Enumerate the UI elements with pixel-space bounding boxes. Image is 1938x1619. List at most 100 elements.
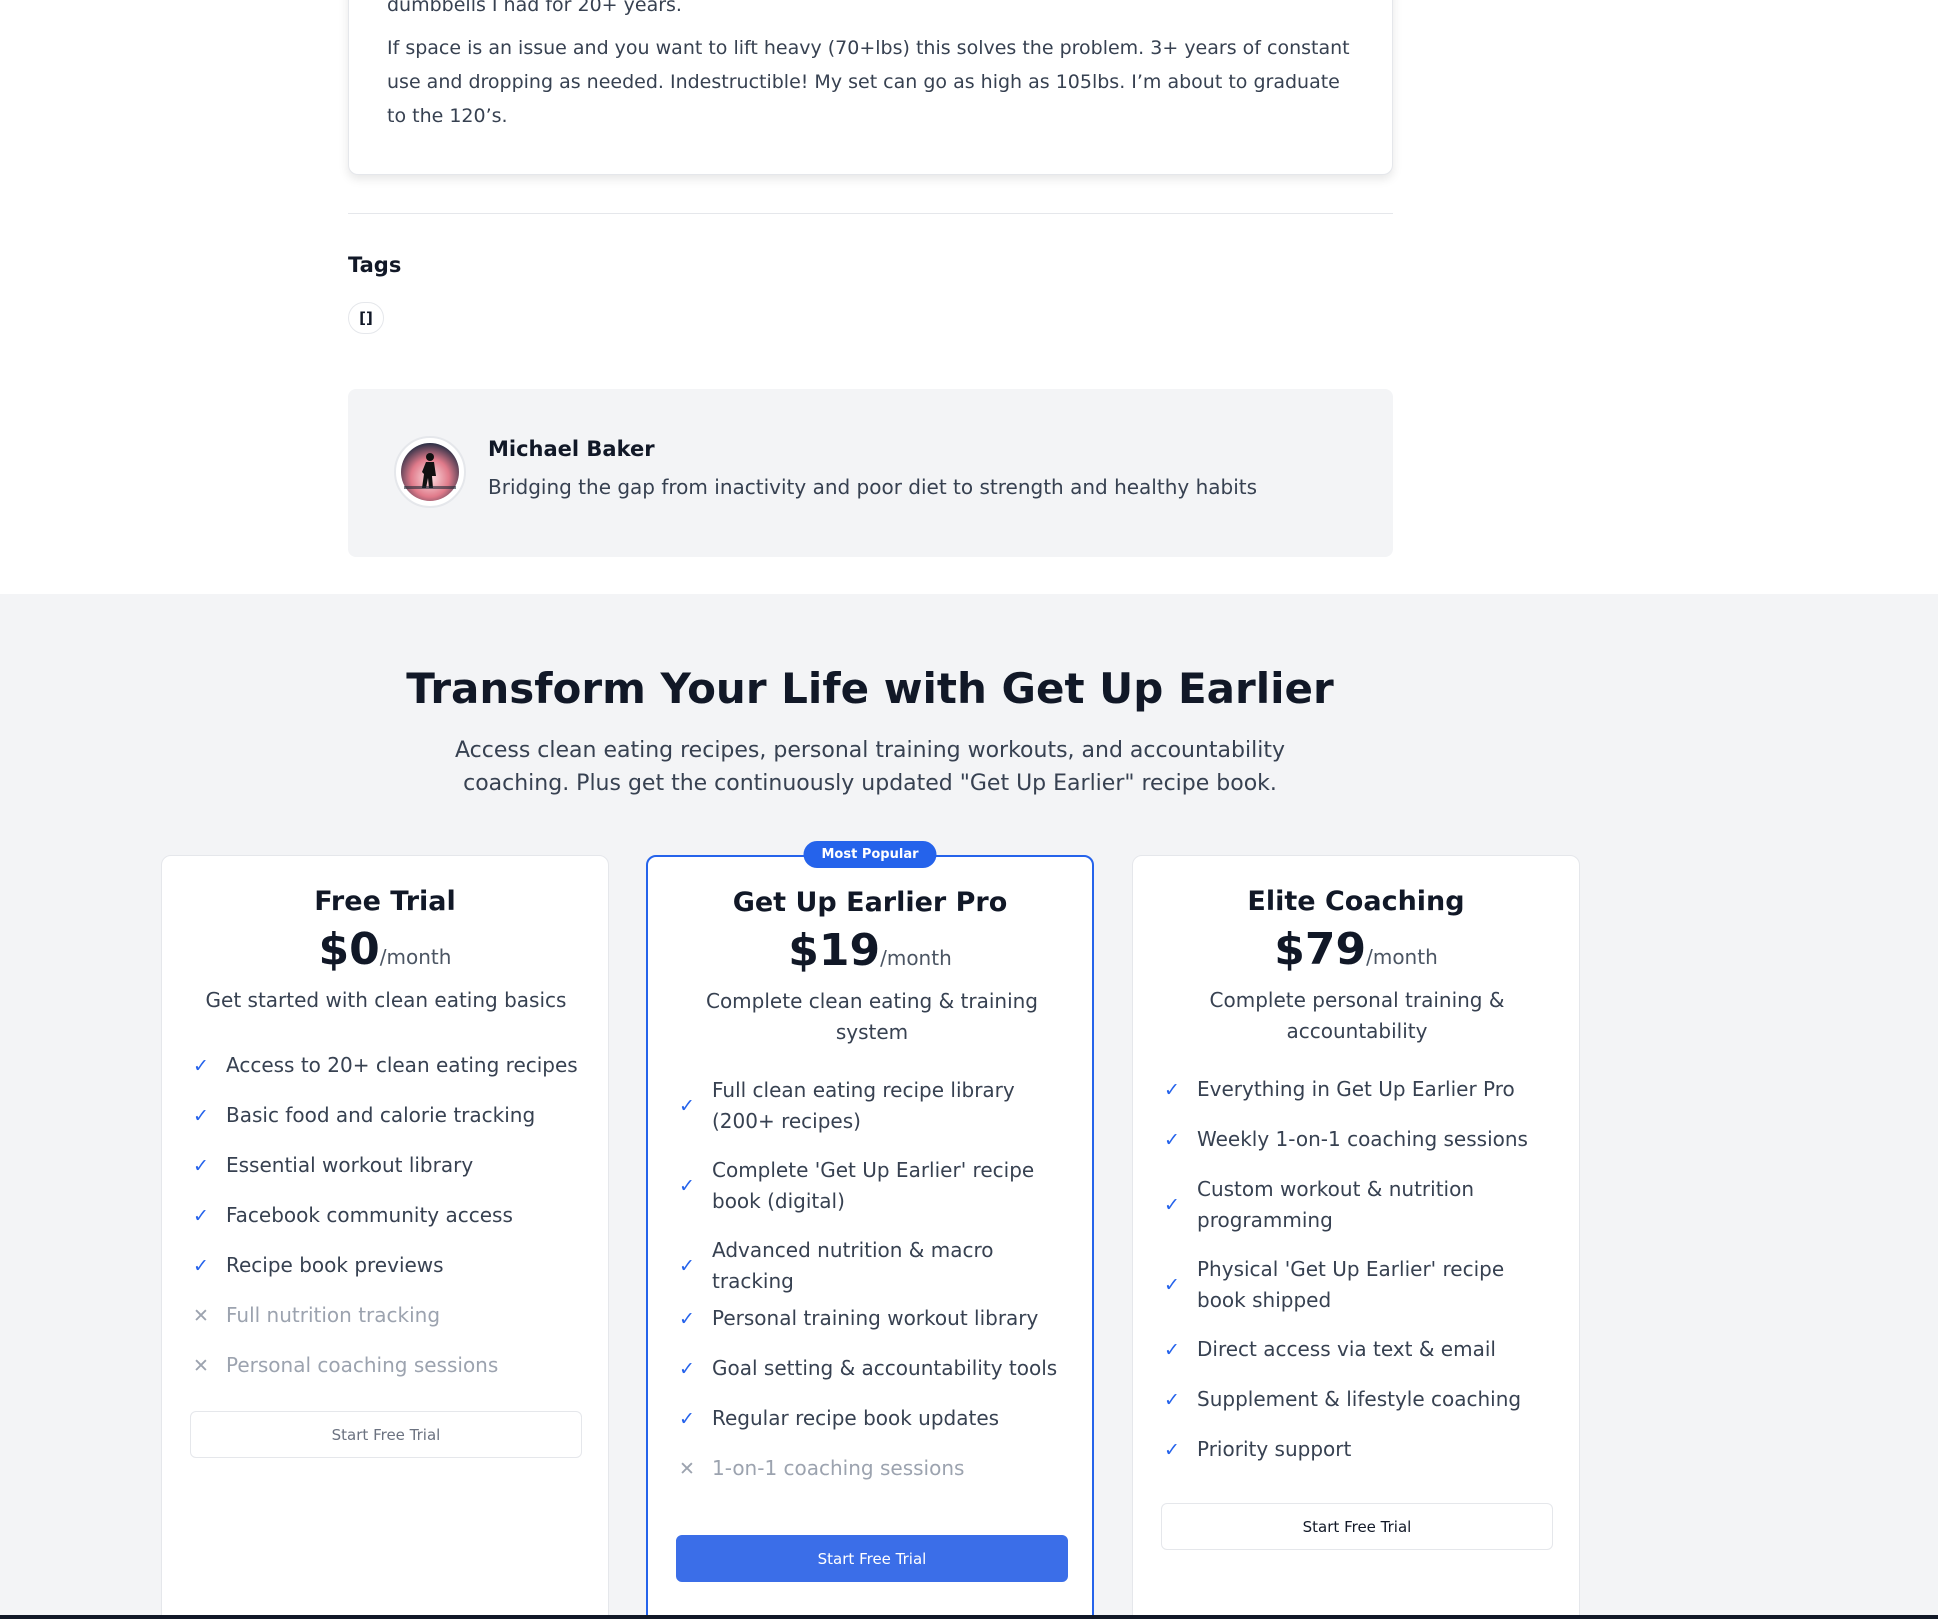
check-icon: ✓ <box>1164 1078 1180 1101</box>
feature-text: Personal training workout library <box>712 1306 1039 1330</box>
page: dumbbells I had for 20+ years. If space … <box>0 0 1938 1619</box>
check-icon: ✓ <box>1164 1194 1180 1216</box>
divider <box>348 213 1393 214</box>
feature-item: ✓ Facebook community access <box>190 1200 590 1231</box>
feature-text: Full nutrition tracking <box>226 1303 441 1327</box>
feature-text: Custom workout & nutrition programming <box>1197 1177 1475 1232</box>
feature-text: Essential workout library <box>226 1153 474 1177</box>
pricing-subtitle: Access clean eating recipes, personal tr… <box>455 738 1285 796</box>
plan-description: Get started with clean eating basics <box>205 988 567 1012</box>
plan-price: $79/month <box>1133 924 1579 975</box>
feature-item: ✓ Regular recipe book updates <box>676 1403 1076 1434</box>
feature-text: Recipe book previews <box>226 1253 444 1277</box>
check-icon: ✓ <box>1164 1338 1180 1361</box>
review-card: dumbbells I had for 20+ years. If space … <box>348 0 1393 175</box>
check-icon: ✓ <box>679 1175 695 1197</box>
feature-item: ✕ Full nutrition tracking <box>190 1300 590 1331</box>
tag-chip[interactable]: [] <box>348 302 384 334</box>
plan-price-amount: $0 <box>318 924 380 975</box>
x-icon: ✕ <box>193 1304 209 1327</box>
plan-card-pro: Most Popular Get Up Earlier Pro $19/mont… <box>646 841 1094 1619</box>
feature-text: Access to 20+ clean eating recipes <box>226 1053 578 1077</box>
runner-avatar-image <box>401 443 459 501</box>
feature-text: Full clean eating recipe library (200+ r… <box>712 1078 1015 1133</box>
feature-item: ✓ Custom workout & nutrition programming <box>1161 1174 1561 1236</box>
feature-text: Supplement & lifestyle coaching <box>1197 1387 1522 1411</box>
feature-item: ✓ Essential workout library <box>190 1150 590 1181</box>
plan-description: Complete personal training & accountabil… <box>1209 988 1505 1043</box>
feature-item: ✓ Priority support <box>1161 1434 1561 1465</box>
feature-item: ✓ Goal setting & accountability tools <box>676 1353 1076 1384</box>
author-bio: Bridging the gap from inactivity and poo… <box>488 475 1258 499</box>
plan-card-free-trial: Free Trial $0/month Get started with cle… <box>161 855 609 1619</box>
plan-price-period: /month <box>1366 945 1438 969</box>
check-icon: ✓ <box>679 1407 695 1430</box>
check-icon: ✓ <box>679 1095 695 1117</box>
feature-text: Priority support <box>1197 1437 1352 1461</box>
bottom-bar <box>0 1615 1938 1619</box>
review-text: If space is an issue and you want to lif… <box>387 37 1350 127</box>
feature-text: Direct access via text & email <box>1197 1337 1496 1361</box>
pricing-section: Transform Your Life with Get Up Earlier … <box>0 594 1938 1619</box>
check-icon: ✓ <box>679 1307 695 1330</box>
feature-text: Regular recipe book updates <box>712 1406 1000 1430</box>
feature-text: Facebook community access <box>226 1203 513 1227</box>
feature-item: ✓ Advanced nutrition & macro tracking <box>676 1235 1076 1297</box>
feature-item: ✕ 1-on-1 coaching sessions <box>676 1453 1076 1484</box>
feature-text: Personal coaching sessions <box>226 1353 499 1377</box>
check-icon: ✓ <box>1164 1274 1180 1296</box>
feature-item: ✓ Full clean eating recipe library (200+ … <box>676 1075 1076 1137</box>
feature-item: ✓ Physical 'Get Up Earlier' recipe book s… <box>1161 1254 1561 1316</box>
check-icon: ✓ <box>193 1204 209 1227</box>
feature-text: Everything in Get Up Earlier Pro <box>1197 1077 1515 1101</box>
check-icon: ✓ <box>679 1255 695 1277</box>
check-icon: ✓ <box>1164 1388 1180 1411</box>
feature-text: Weekly 1-on-1 coaching sessions <box>1197 1127 1528 1151</box>
avatar <box>394 436 466 508</box>
feature-text: 1-on-1 coaching sessions <box>712 1456 965 1480</box>
plan-name: Elite Coaching <box>1247 886 1465 917</box>
feature-item: ✓ Personal training workout library <box>676 1303 1076 1334</box>
plan-price-amount: $19 <box>788 925 881 976</box>
author-box: Michael Baker Bridging the gap from inac… <box>348 389 1393 557</box>
review-text-prev-line: dumbbells I had for 20+ years. <box>387 0 682 16</box>
plan-price-amount: $79 <box>1274 924 1367 975</box>
start-free-trial-button[interactable]: Start Free Trial <box>190 1411 582 1458</box>
check-icon: ✓ <box>193 1054 209 1077</box>
feature-text: Physical 'Get Up Earlier' recipe book sh… <box>1197 1257 1505 1312</box>
feature-text: Complete 'Get Up Earlier' recipe book (d… <box>712 1158 1035 1213</box>
start-free-trial-button[interactable]: Start Free Trial <box>676 1535 1068 1582</box>
plan-price-period: /month <box>379 945 452 969</box>
feature-item: ✓ Everything in Get Up Earlier Pro <box>1161 1074 1561 1105</box>
x-icon: ✕ <box>193 1354 209 1377</box>
feature-item: ✓ Access to 20+ clean eating recipes <box>190 1050 590 1081</box>
plan-name: Get Up Earlier Pro <box>732 887 1008 918</box>
feature-item: ✓ Direct access via text & email <box>1161 1334 1561 1365</box>
plan-price: $0/month <box>162 924 608 975</box>
plan-description: Complete clean eating & training system <box>705 989 1038 1044</box>
feature-item: ✓ Complete 'Get Up Earlier' recipe book (… <box>676 1155 1076 1217</box>
pricing-title: Transform Your Life with Get Up Earlier <box>406 664 1334 713</box>
most-popular-badge: Most Popular <box>803 841 937 868</box>
start-free-trial-button[interactable]: Start Free Trial <box>1161 1503 1553 1550</box>
feature-text: Advanced nutrition & macro tracking <box>712 1238 994 1293</box>
tags-heading: Tags <box>348 253 402 277</box>
plan-price-period: /month <box>880 946 952 970</box>
plan-price: $19/month <box>648 925 1092 976</box>
check-icon: ✓ <box>1164 1438 1180 1461</box>
check-icon: ✓ <box>193 1254 209 1277</box>
feature-text: Goal setting & accountability tools <box>712 1356 1058 1380</box>
feature-item: ✓ Supplement & lifestyle coaching <box>1161 1384 1561 1415</box>
check-icon: ✓ <box>193 1154 209 1177</box>
check-icon: ✓ <box>1164 1128 1180 1151</box>
feature-item: ✕ Personal coaching sessions <box>190 1350 590 1381</box>
check-icon: ✓ <box>193 1104 209 1127</box>
plan-card-elite: Elite Coaching $79/month Complete person… <box>1132 855 1580 1619</box>
author-name[interactable]: Michael Baker <box>488 437 655 461</box>
check-icon: ✓ <box>679 1357 695 1380</box>
plan-name: Free Trial <box>314 886 456 917</box>
feature-item: ✓ Weekly 1-on-1 coaching sessions <box>1161 1124 1561 1155</box>
feature-text: Basic food and calorie tracking <box>226 1103 536 1127</box>
feature-item: ✓ Basic food and calorie tracking <box>190 1100 590 1131</box>
feature-item: ✓ Recipe book previews <box>190 1250 590 1281</box>
